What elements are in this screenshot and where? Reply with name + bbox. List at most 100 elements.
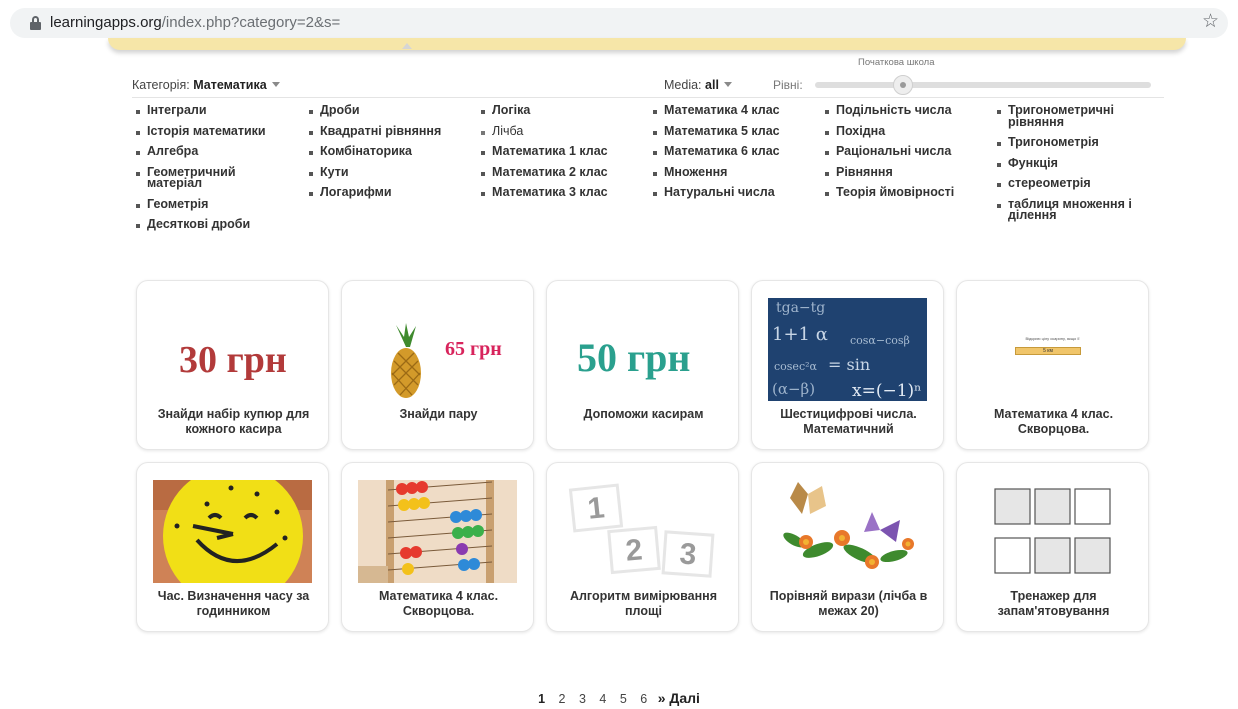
svg-text:cosα−cosβ: cosα−cosβ: [850, 334, 910, 347]
url-host: learningapps.org: [50, 14, 162, 31]
subcategory-link[interactable]: Рівняння: [821, 165, 991, 187]
subcategory-link[interactable]: таблиця множення і ділення: [993, 197, 1153, 230]
url-path: /index.php?category=2&s=: [161, 14, 341, 31]
bookmark-star-icon[interactable]: ☆: [1202, 11, 1219, 33]
url-text[interactable]: learningapps.org/index.php?category=2&s=: [50, 15, 340, 31]
page-link-5[interactable]: 5: [620, 692, 627, 706]
app-card[interactable]: Математика 4 клас. Скворцова.: [341, 462, 534, 632]
page-link-3[interactable]: 3: [579, 692, 586, 706]
subcategory-link[interactable]: Натуральні числа: [649, 186, 819, 207]
subcategory-link[interactable]: Математика 1 клас: [477, 145, 647, 166]
number-tile: 1: [568, 483, 624, 533]
subcategory-link[interactable]: Похідна: [821, 124, 991, 146]
subcategory-link[interactable]: Множення: [649, 165, 819, 187]
address-bar[interactable]: learningapps.org/index.php?category=2&s=…: [10, 8, 1228, 38]
abacus-icon: [358, 480, 517, 583]
subcategory-link[interactable]: Дроби: [305, 104, 475, 125]
subcategory-link[interactable]: Комбінаторика: [305, 145, 475, 166]
lock-icon: [30, 16, 41, 30]
level-slider-thumb[interactable]: [893, 75, 913, 95]
subcategory-link[interactable]: Математика 2 клас: [477, 165, 647, 187]
subcategory-link[interactable]: стереометрія: [993, 177, 1153, 198]
app-card[interactable]: 65 грн Знайди пару: [341, 280, 534, 450]
app-card[interactable]: tga−tg 1+1 α cosα−cosβ cosec²α = sin (α−…: [751, 280, 944, 450]
chalkboard-image: tga−tg 1+1 α cosα−cosβ cosec²α = sin (α−…: [768, 298, 927, 401]
svg-text:1+1 α: 1+1 α: [772, 324, 828, 345]
card-thumbnail: Відкрию цілу скарину, якщо її 5 км: [973, 298, 1132, 401]
next-page-link[interactable]: » Далі: [658, 690, 700, 706]
level-slider-track[interactable]: [815, 82, 1151, 88]
card-thumbnail: 65 грн: [358, 298, 517, 401]
svg-text:cosec²α: cosec²α: [774, 360, 818, 373]
app-card[interactable]: 30 грн Знайди набір купюр для кожного ка…: [136, 280, 329, 450]
app-card[interactable]: Відкрию цілу скарину, якщо її 5 км Матем…: [956, 280, 1149, 450]
subcategory-column: Дроби Квадратні рівняння Комбінаторика К…: [305, 104, 475, 207]
svg-text:= sin: = sin: [828, 355, 870, 374]
chevron-down-icon: [271, 82, 280, 87]
subcategory-link[interactable]: Логіка: [477, 104, 647, 125]
card-thumbnail: [768, 480, 927, 583]
app-card[interactable]: Порівняй вирази (лічба в межах 20): [751, 462, 944, 632]
subcategory-link[interactable]: Тригонометричні рівняння: [993, 104, 1153, 136]
levels-label: Рівні:: [773, 78, 803, 92]
subcategory-column: Логіка Лічба Математика 1 клас Математик…: [477, 104, 647, 207]
pagination: 1 2 3 4 5 6 » Далі: [0, 690, 1238, 706]
svg-text:tga−tg: tga−tg: [776, 300, 825, 316]
subcategory-link[interactable]: Квадратні рівняння: [305, 124, 475, 146]
subcategory-link[interactable]: Лічба: [477, 124, 647, 146]
category-dropdown[interactable]: Категорія: Математика: [132, 78, 280, 92]
page-link-4[interactable]: 4: [599, 692, 606, 706]
app-card[interactable]: Тренажер для запам'ятовування: [956, 462, 1149, 632]
page-link-1[interactable]: 1: [538, 692, 545, 706]
number-tile: 3: [661, 530, 715, 578]
subcategory-link[interactable]: Теорія ймовірності: [821, 186, 991, 207]
memory-grid-icon: [994, 488, 1111, 574]
number-tile: 2: [607, 525, 661, 575]
price-label: 50 грн: [577, 335, 691, 380]
card-title: Математика 4 клас. Скворцова.: [993, 407, 1114, 436]
subcategory-link[interactable]: Геометричний матеріал: [132, 165, 257, 198]
subcategory-link[interactable]: Тригонометрія: [993, 136, 1153, 157]
category-label: Категорія:: [132, 78, 190, 92]
subcategory-link[interactable]: Математика 4 клас: [649, 104, 819, 125]
card-title: Тренажер для запам'ятовування: [997, 589, 1110, 618]
card-thumbnail: 1 2 3: [563, 480, 722, 583]
butterfly-flowers-icon: [783, 482, 914, 569]
page-link-6[interactable]: 6: [640, 692, 647, 706]
subcategory-column: Тригонометричні рівняння Тригонометрія Ф…: [993, 104, 1153, 230]
media-value: all: [705, 78, 719, 92]
notice-notch: [402, 43, 412, 49]
subcategory-link[interactable]: Математика 3 клас: [477, 186, 647, 207]
formula-board-icon: tga−tg 1+1 α cosα−cosβ cosec²α = sin (α−…: [768, 298, 927, 401]
subcategory-column: Математика 4 клас Математика 5 клас Мате…: [649, 104, 819, 207]
card-title: Знайди пару: [399, 407, 478, 421]
subcategory-link[interactable]: Історія математики: [132, 124, 292, 146]
card-title: Допоможи касирам: [583, 407, 704, 421]
subcategory-column: Інтеграли Історія математики Алгебра Гео…: [132, 104, 292, 239]
card-title: Алгоритм вимірювання площі: [569, 589, 718, 618]
subcategory-link[interactable]: Інтеграли: [132, 104, 292, 125]
subcategory-link[interactable]: Десяткові дроби: [132, 218, 292, 239]
media-dropdown[interactable]: Media: all: [664, 78, 732, 92]
card-title: Знайди набір купюр для кожного касира: [157, 407, 310, 436]
subcategory-link[interactable]: Математика 6 клас: [649, 145, 819, 166]
app-card[interactable]: 1 2 3 Алгоритм вимірювання площі: [546, 462, 739, 632]
subcategory-link[interactable]: Логарифми: [305, 186, 475, 207]
abacus-image: [358, 480, 517, 583]
clock-icon: [153, 480, 312, 583]
subcategory-link[interactable]: Подільність числа: [821, 104, 991, 125]
card-thumbnail: 30 грн: [153, 298, 312, 401]
subcategory-link[interactable]: Геометрія: [132, 197, 292, 219]
chevron-down-icon: [723, 82, 732, 87]
app-card[interactable]: Час. Визначення часу за годинником: [136, 462, 329, 632]
subcategory-link[interactable]: Раціональні числа: [821, 145, 991, 166]
subcategory-link[interactable]: Математика 5 клас: [649, 124, 819, 146]
pineapple-icon: [391, 323, 421, 398]
subcategory-link[interactable]: Функція: [993, 156, 1153, 178]
subcategory-link[interactable]: Кути: [305, 165, 475, 187]
page-link-2[interactable]: 2: [559, 692, 566, 706]
media-label: Media:: [664, 78, 702, 92]
filter-bar: Категорія: Математика Media: all Рівні: …: [132, 57, 1164, 98]
subcategory-link[interactable]: Алгебра: [132, 145, 292, 166]
app-card[interactable]: 50 грн Допоможи касирам: [546, 280, 739, 450]
